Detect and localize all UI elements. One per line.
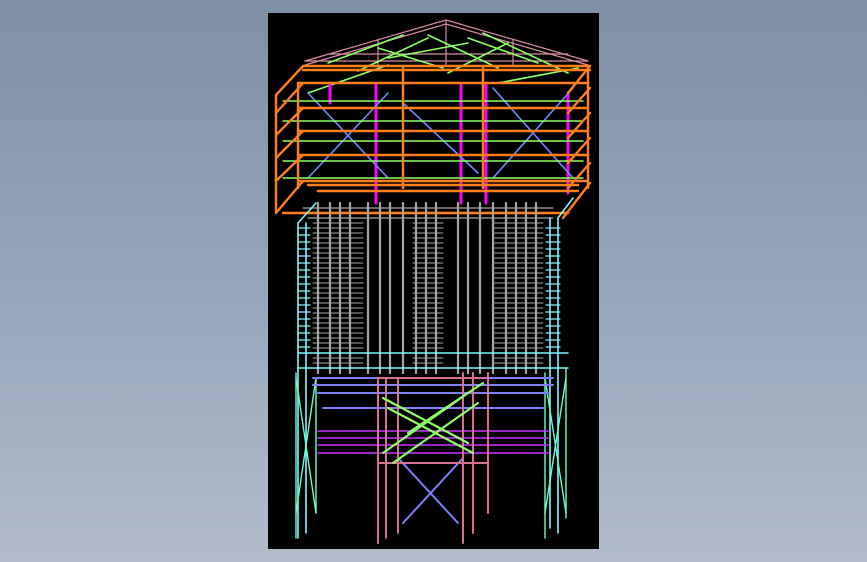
lower-frame-cyan-ticks	[297, 227, 561, 348]
hopper-gray-ticks	[312, 217, 544, 364]
model-viewport[interactable]	[268, 13, 599, 549]
support-pink	[377, 372, 489, 544]
roof-truss	[304, 19, 589, 66]
top-frame-orange	[274, 64, 592, 220]
support-blue	[312, 377, 554, 524]
structure-drawing	[274, 19, 592, 544]
